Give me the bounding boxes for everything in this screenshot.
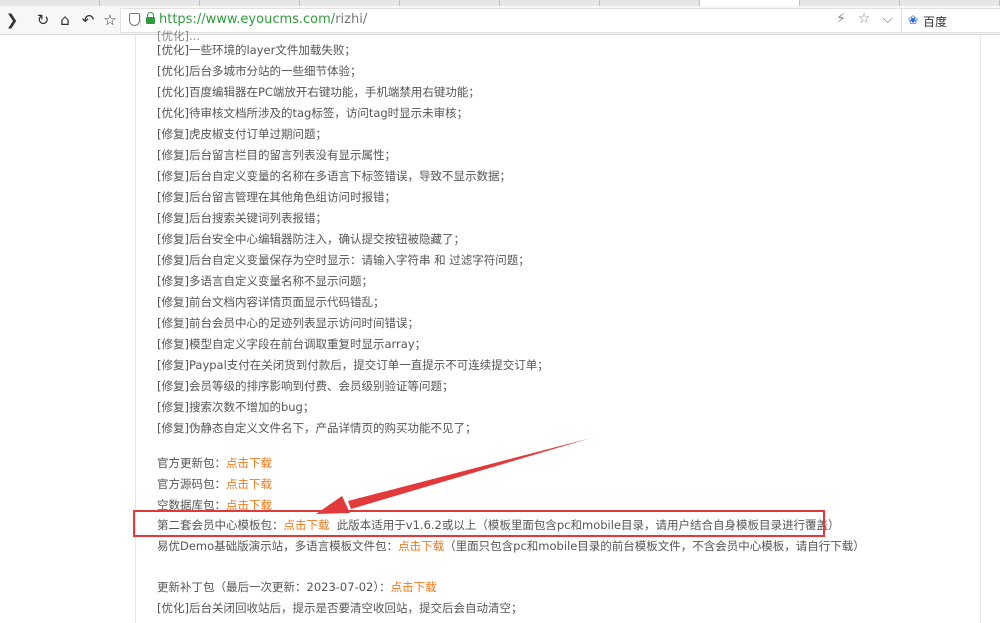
url-text[interactable]: https://www.eyoucms.com/rizhi/ [159, 12, 367, 27]
search-box[interactable]: ❀ 百度 [901, 8, 1000, 33]
back-icon[interactable]: ❯ [2, 10, 22, 30]
shield-icon[interactable] [129, 13, 140, 26]
undo-icon[interactable]: ↶ [78, 10, 98, 30]
address-bar[interactable]: https://www.eyoucms.com/rizhi/ ⚡ ☆ ⌵ [120, 8, 902, 33]
home-icon[interactable]: ⌂ [55, 10, 75, 30]
browser-toolbar: ❯ ↻ ⌂ ↶ ☆ https://www.eyoucms.com/rizhi/… [0, 6, 1000, 35]
lock-icon [146, 12, 155, 24]
annotation-arrow [316, 438, 591, 514]
bolt-icon[interactable]: ⚡ [836, 11, 846, 27]
dropdown-icon[interactable]: ⌵ [882, 11, 893, 27]
favorite-icon[interactable]: ☆ [858, 11, 871, 27]
star-icon[interactable]: ☆ [100, 10, 120, 30]
baidu-paw-icon: ❀ [908, 13, 919, 27]
search-engine-label: 百度 [923, 15, 948, 29]
separator [140, 14, 141, 27]
reload-icon[interactable]: ↻ [33, 10, 53, 30]
page-content: [优化]... [优化]一些环境的layer文件加载失败； [优化]后台多城市分… [0, 29, 1000, 623]
